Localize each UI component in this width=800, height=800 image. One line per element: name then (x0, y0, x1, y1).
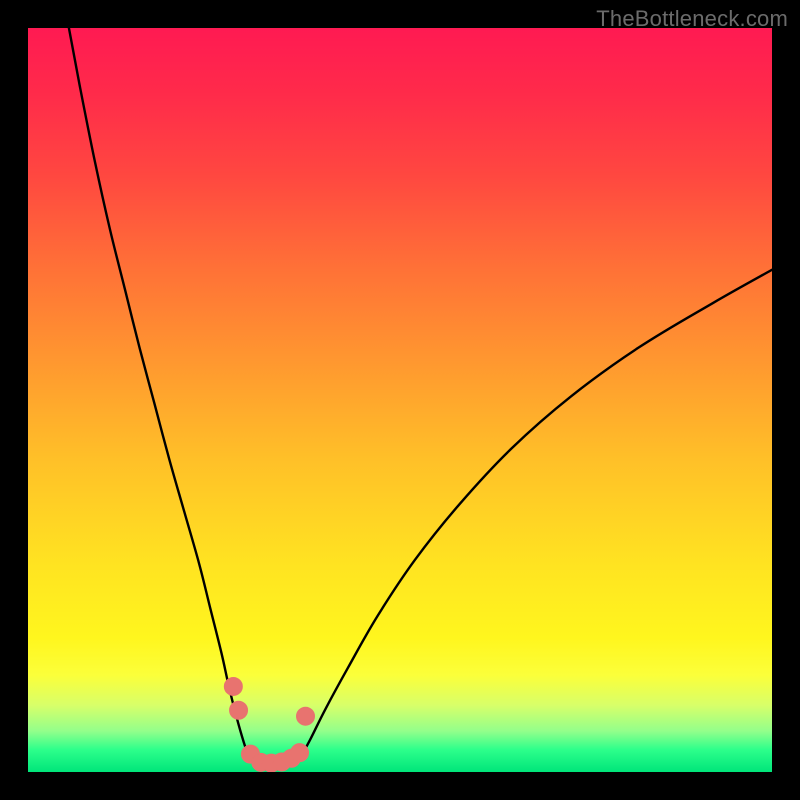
data-point-marker (224, 677, 242, 695)
curve-overlay (28, 28, 772, 772)
data-point-marker (291, 744, 309, 762)
data-point-marker (297, 707, 315, 725)
chart-frame: TheBottleneck.com (0, 0, 800, 800)
bottleneck-curve (69, 28, 772, 766)
data-point-marker (230, 701, 248, 719)
plot-area (28, 28, 772, 772)
